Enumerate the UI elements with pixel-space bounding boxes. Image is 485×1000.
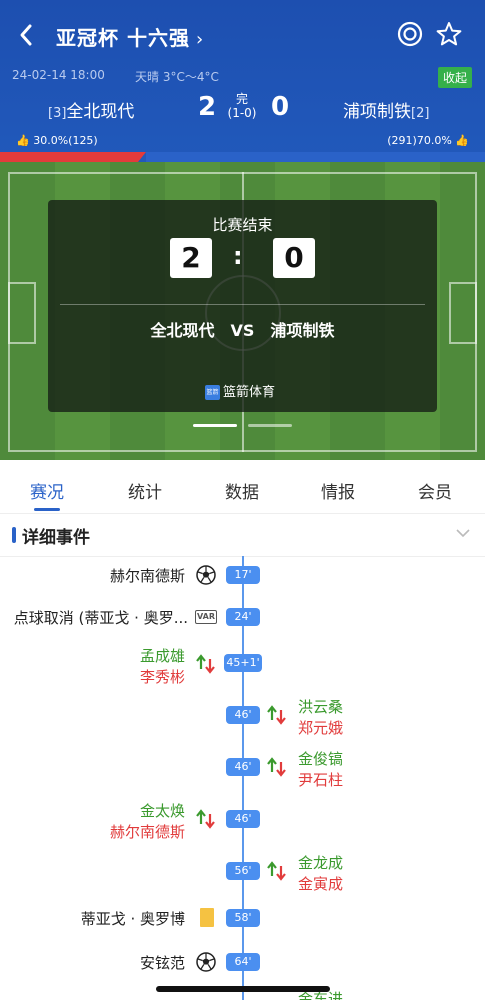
- substitution-icon: [267, 757, 286, 777]
- sub-out-player: 金寅成: [298, 875, 344, 893]
- home-vote-bar: [0, 152, 146, 162]
- tab-member[interactable]: 会员: [405, 478, 465, 503]
- away-rank: [2]: [411, 106, 430, 121]
- events-section-header[interactable]: 详细事件: [0, 518, 485, 552]
- substitution-icon: [267, 705, 286, 725]
- sub-out-player: 郑元娥: [298, 719, 344, 737]
- sub-in-player: 金龙成: [298, 854, 344, 872]
- halftime-score: (1-0): [227, 106, 257, 120]
- event-time: 17': [226, 566, 260, 584]
- section-title: 详细事件: [22, 528, 90, 548]
- event-time: 58': [226, 909, 260, 927]
- away-score: 0: [271, 92, 290, 122]
- panel-home-score: 2: [170, 238, 212, 278]
- away-team-name: 浦项制铁: [343, 102, 411, 122]
- event-player: 安铉范: [139, 954, 185, 972]
- chevron-down-icon[interactable]: [456, 526, 470, 540]
- right-goal-area: [449, 282, 477, 344]
- section-marker: [12, 527, 16, 543]
- event-time: 46': [226, 810, 260, 828]
- var-icon: VAR: [195, 610, 217, 624]
- score-separator: :: [233, 242, 243, 270]
- substitution-icon: [196, 654, 215, 674]
- panel-divider: [60, 304, 425, 305]
- tab-stats[interactable]: 统计: [115, 478, 175, 503]
- away-team[interactable]: 浦项制铁[2]: [343, 97, 429, 122]
- home-indicator: [156, 986, 330, 992]
- thumb-up-icon: 👍: [16, 134, 30, 147]
- collapse-button[interactable]: 收起: [437, 67, 472, 88]
- event-time: 56': [226, 862, 260, 880]
- tab-indicator: [34, 508, 60, 511]
- home-vote-text: 30.0%(125): [33, 134, 98, 147]
- brand-watermark: 篮箭 篮箭体育: [205, 381, 275, 400]
- thumb-up-icon: 👍: [455, 134, 469, 147]
- match-status: 完 (1-0): [226, 92, 258, 120]
- event-time: 64': [226, 953, 260, 971]
- result-panel: 比赛结束 2 : 0 全北现代 VS 浦项制铁 篮箭 篮箭体育: [48, 200, 437, 412]
- event-time: 46': [226, 758, 260, 776]
- status-text: 完: [235, 92, 248, 106]
- away-vote-text: (291)70.0%: [387, 134, 452, 147]
- sub-in-player: 金俊镐: [298, 750, 344, 768]
- sub-out-player: 李秀彬: [139, 668, 185, 686]
- home-team-name: 全北现代: [66, 102, 135, 122]
- sub-in-player: 洪云桑: [298, 698, 344, 716]
- football-icon: [196, 565, 216, 585]
- panel-vs: VS: [230, 321, 255, 340]
- away-vote[interactable]: (291)70.0% 👍: [387, 134, 469, 147]
- pitch-view: 比赛结束 2 : 0 全北现代 VS 浦项制铁 篮箭 篮箭体育: [0, 162, 485, 460]
- tab-bar: 赛况 统计 数据 情报 会员: [0, 470, 485, 514]
- match-datetime: 24-02-14 18:00: [12, 68, 105, 82]
- panel-home-team: 全北现代: [150, 321, 215, 340]
- target-icon[interactable]: [396, 20, 424, 48]
- star-icon[interactable]: [435, 20, 463, 48]
- match-header: 亚冠杯 十六强 › 24-02-14 18:00 天晴 3°C～4°C 收起 [3…: [0, 0, 485, 162]
- sub-out-player: 尹石柱: [298, 771, 344, 789]
- back-icon[interactable]: [18, 22, 34, 48]
- brand-logo-icon: 篮箭: [205, 385, 220, 400]
- substitution-icon: [267, 861, 286, 881]
- home-rank: [3]: [48, 106, 67, 121]
- panel-teams: 全北现代 VS 浦项制铁: [48, 317, 437, 341]
- carousel-dot[interactable]: [248, 424, 292, 427]
- sub-in-player: 孟成雄: [139, 647, 185, 665]
- substitution-icon: [196, 809, 215, 829]
- panel-away-team: 浦项制铁: [270, 321, 335, 340]
- tab-data[interactable]: 数据: [212, 478, 272, 503]
- competition-title[interactable]: 亚冠杯 十六强 ›: [56, 22, 204, 51]
- sub-out-player: 赫尔南德斯: [109, 823, 185, 841]
- event-player: 蒂亚戈 · 奥罗博: [80, 910, 185, 928]
- event-time: 24': [226, 608, 260, 626]
- chevron-right-icon: ›: [195, 29, 205, 50]
- event-player: 点球取消 (蒂亚戈 · 奥罗...: [13, 609, 188, 627]
- yellow-card-icon: [200, 908, 214, 927]
- sub-in-player: 金太焕: [139, 802, 185, 820]
- tab-live[interactable]: 赛况: [17, 478, 77, 503]
- panel-away-score: 0: [273, 238, 315, 278]
- away-vote-bar: [146, 152, 485, 162]
- match-weather: 天晴 3°C～4°C: [135, 70, 219, 84]
- left-goal-area: [8, 282, 36, 344]
- event-time: 45+1': [224, 654, 262, 672]
- competition-title-text: 亚冠杯 十六强: [56, 26, 190, 50]
- home-team[interactable]: [3]全北现代: [48, 97, 134, 122]
- panel-title: 比赛结束: [212, 216, 273, 234]
- brand-name: 篮箭体育: [223, 385, 276, 400]
- home-vote[interactable]: 👍 30.0%(125): [16, 134, 98, 147]
- event-player: 赫尔南德斯: [109, 567, 185, 585]
- tab-intel[interactable]: 情报: [308, 478, 368, 503]
- event-time: 46': [226, 706, 260, 724]
- carousel-dot-active[interactable]: [193, 424, 237, 427]
- football-icon: [196, 952, 216, 972]
- home-score: 2: [198, 92, 217, 122]
